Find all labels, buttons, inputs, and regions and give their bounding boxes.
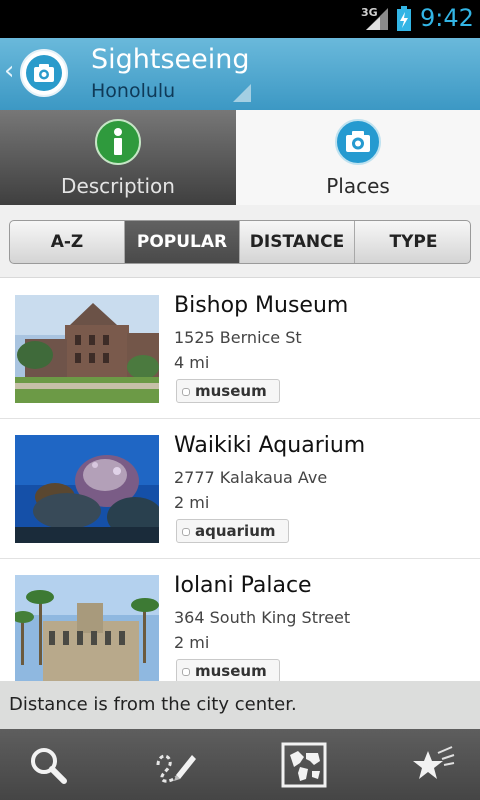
places-list: Bishop Museum 1525 Bernice St 4 mi museu…: [0, 279, 480, 681]
tab-bar: Description Places: [0, 110, 480, 205]
place-name: Iolani Palace: [174, 573, 312, 598]
draw-route-button[interactable]: [152, 741, 200, 789]
list-item[interactable]: Waikiki Aquarium 2777 Kalakaua Ave 2 mi …: [0, 419, 480, 559]
spinner-indicator-icon: [233, 84, 251, 102]
clock: 9:42: [420, 4, 474, 32]
list-item[interactable]: Iolani Palace 364 South King Street 2 mi…: [0, 559, 480, 681]
place-distance: 4 mi: [174, 353, 210, 372]
tab-places-label: Places: [326, 174, 390, 198]
place-tag: aquarium: [176, 519, 289, 543]
action-bar: ‹ Sightseeing Honolulu: [0, 38, 480, 110]
map-icon: [281, 742, 327, 788]
search-icon: [31, 748, 67, 784]
status-bar: 3G 9:42: [0, 0, 480, 38]
place-tag: museum: [176, 379, 280, 403]
tab-description-label: Description: [61, 174, 175, 198]
sort-segmented-control: A-Z POPULAR DISTANCE TYPE: [9, 220, 471, 264]
sort-popular-button[interactable]: POPULAR: [125, 221, 240, 263]
list-item[interactable]: Bishop Museum 1525 Bernice St 4 mi museu…: [0, 279, 480, 419]
distance-note: Distance is from the city center.: [0, 681, 480, 729]
distance-note-text: Distance is from the city center.: [9, 694, 297, 715]
place-tag: museum: [176, 659, 280, 681]
camera-icon: [26, 55, 62, 91]
signal-icon: [366, 8, 388, 30]
back-chevron-icon[interactable]: ‹: [4, 58, 14, 84]
search-button[interactable]: [24, 741, 72, 789]
sort-a-z-button[interactable]: A-Z: [10, 221, 125, 263]
draw-route-icon: [156, 754, 196, 783]
place-address: 1525 Bernice St: [174, 328, 302, 347]
place-distance: 2 mi: [174, 493, 210, 512]
info-icon: [95, 119, 141, 165]
app-title: Sightseeing: [91, 44, 250, 75]
favorites-icon: [413, 746, 455, 779]
tab-description[interactable]: Description: [0, 110, 236, 205]
place-thumbnail: [15, 575, 159, 681]
sort-type-button[interactable]: TYPE: [355, 221, 470, 263]
sort-distance-button[interactable]: DISTANCE: [240, 221, 355, 263]
place-name: Waikiki Aquarium: [174, 433, 366, 458]
tab-places[interactable]: Places: [236, 110, 480, 205]
camera-icon: [335, 119, 381, 165]
favorites-button[interactable]: [408, 741, 456, 789]
place-thumbnail: [15, 435, 159, 543]
place-address: 364 South King Street: [174, 608, 351, 627]
place-name: Bishop Museum: [174, 293, 349, 318]
app-home-button[interactable]: [20, 49, 68, 97]
sort-bar: A-Z POPULAR DISTANCE TYPE: [0, 205, 480, 278]
map-button[interactable]: [280, 741, 328, 789]
place-thumbnail: [15, 295, 159, 403]
bottom-toolbar: [0, 729, 480, 800]
battery-icon: [397, 6, 411, 31]
place-distance: 2 mi: [174, 633, 210, 652]
city-selector[interactable]: Honolulu: [91, 80, 175, 102]
place-address: 2777 Kalakaua Ave: [174, 468, 328, 487]
